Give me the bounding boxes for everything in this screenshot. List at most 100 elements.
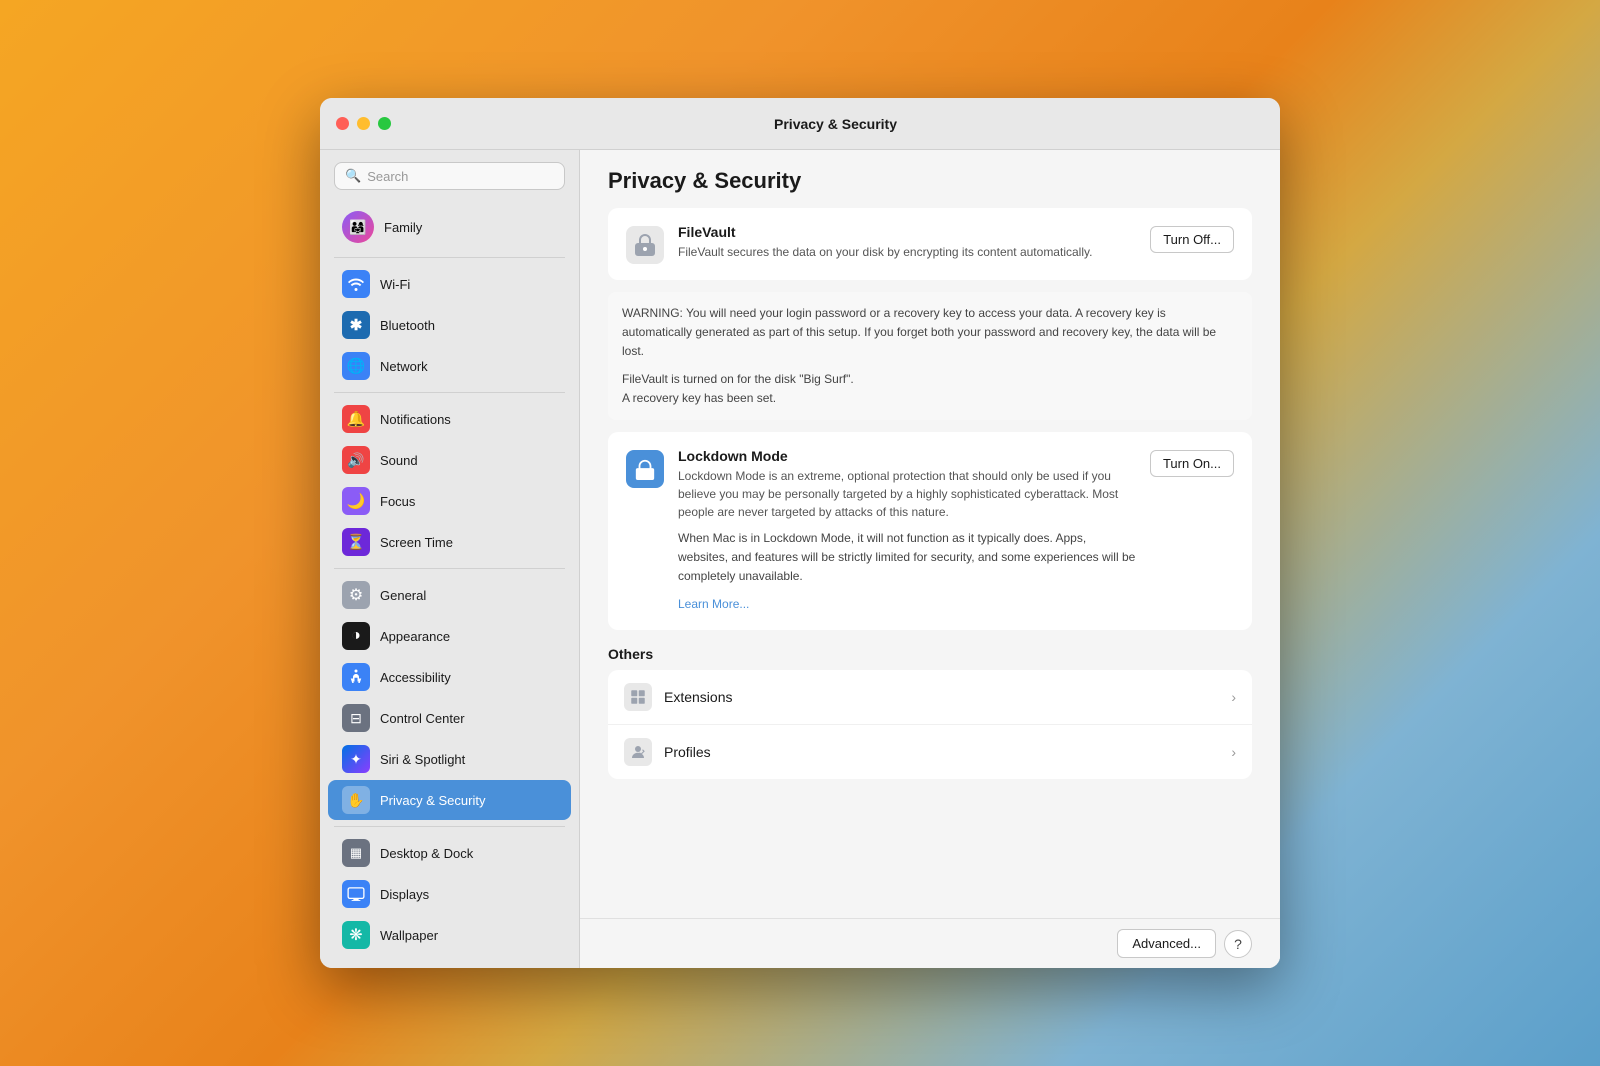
lockdown-turn-on-button[interactable]: Turn On... (1150, 450, 1234, 477)
main-window: Privacy & Security 🔍 👨‍👩‍👧 Family (320, 98, 1280, 968)
detail-scroll-area[interactable]: FileVault FileVault secures the data on … (580, 208, 1280, 918)
filevault-status-line2: A recovery key has been set. (622, 391, 776, 405)
displays-icon (342, 880, 370, 908)
sidebar-item-label-bluetooth: Bluetooth (380, 318, 435, 333)
sidebar-item-label-privacy-security: Privacy & Security (380, 793, 485, 808)
sidebar-item-desktop-dock[interactable]: ▦ Desktop & Dock (328, 833, 571, 873)
sidebar-item-label-accessibility: Accessibility (380, 670, 451, 685)
divider-4 (334, 826, 565, 827)
search-box[interactable]: 🔍 (334, 162, 565, 190)
control-center-icon: ⊟ (342, 704, 370, 732)
divider-3 (334, 568, 565, 569)
sidebar-item-label-focus: Focus (380, 494, 415, 509)
profiles-chevron-icon: › (1231, 744, 1236, 760)
screen-time-icon: ⏳ (342, 528, 370, 556)
appearance-icon: ◑ (342, 622, 370, 650)
search-input[interactable] (367, 169, 554, 184)
wifi-icon (342, 270, 370, 298)
profiles-icon (624, 738, 652, 766)
sidebar-item-label-general: General (380, 588, 426, 603)
extensions-icon (624, 683, 652, 711)
filevault-status: FileVault is turned on for the disk "Big… (622, 370, 1238, 408)
lockdown-desc2: When Mac is in Lockdown Mode, it will no… (678, 529, 1136, 587)
focus-icon: 🌙 (342, 487, 370, 515)
sidebar-item-profile[interactable]: 👨‍👩‍👧 Family (328, 203, 571, 251)
sidebar: 🔍 👨‍👩‍👧 Family (320, 150, 580, 968)
lockdown-row: Lockdown Mode Lockdown Mode is an extrem… (626, 448, 1234, 614)
bottom-bar: Advanced... ? (580, 918, 1280, 968)
advanced-button[interactable]: Advanced... (1117, 929, 1216, 958)
sidebar-item-label-displays: Displays (380, 887, 429, 902)
privacy-security-icon: ✋ (342, 786, 370, 814)
lockdown-icon (626, 450, 664, 488)
filevault-status-line1: FileVault is turned on for the disk "Big… (622, 372, 854, 386)
filevault-warning-box: WARNING: You will need your login passwo… (608, 292, 1252, 420)
filevault-body: FileVault FileVault secures the data on … (678, 224, 1136, 261)
lockdown-card: Lockdown Mode Lockdown Mode is an extrem… (608, 432, 1252, 630)
minimize-button[interactable] (357, 117, 370, 130)
lockdown-learn-more-container: Learn More... (678, 595, 1136, 614)
sidebar-item-privacy-security[interactable]: ✋ Privacy & Security (328, 780, 571, 820)
sidebar-item-wallpaper[interactable]: ❋ Wallpaper (328, 915, 571, 955)
sidebar-item-label-wifi: Wi-Fi (380, 277, 410, 292)
sidebar-item-label-network: Network (380, 359, 428, 374)
filevault-title: FileVault (678, 224, 1136, 240)
sidebar-item-label-appearance: Appearance (380, 629, 450, 644)
sidebar-item-notifications[interactable]: 🔔 Notifications (328, 399, 571, 439)
filevault-row: FileVault FileVault secures the data on … (626, 224, 1234, 264)
sidebar-item-siri[interactable]: ✦ Siri & Spotlight (328, 739, 571, 779)
divider-1 (334, 257, 565, 258)
detail-panel: Privacy & Security Fi (580, 150, 1280, 968)
network-icon: 🌐 (342, 352, 370, 380)
general-icon: ⚙ (342, 581, 370, 609)
extensions-list-item[interactable]: Extensions › (608, 670, 1252, 725)
window-title: Privacy & Security (407, 116, 1264, 132)
sidebar-item-network[interactable]: 🌐 Network (328, 346, 571, 386)
notifications-icon: 🔔 (342, 405, 370, 433)
sidebar-item-label-control-center: Control Center (380, 711, 465, 726)
page-title: Privacy & Security (608, 168, 1252, 194)
lockdown-desc1: Lockdown Mode is an extreme, optional pr… (678, 467, 1136, 521)
filevault-turn-off-button[interactable]: Turn Off... (1150, 226, 1234, 253)
filevault-warning-text: WARNING: You will need your login passwo… (622, 304, 1238, 362)
sidebar-item-control-center[interactable]: ⊟ Control Center (328, 698, 571, 738)
sidebar-item-accessibility[interactable]: Accessibility (328, 657, 571, 697)
profiles-label: Profiles (664, 744, 1231, 760)
sidebar-item-label-wallpaper: Wallpaper (380, 928, 438, 943)
sidebar-item-label-sound: Sound (380, 453, 418, 468)
sidebar-item-focus[interactable]: 🌙 Focus (328, 481, 571, 521)
main-content: 🔍 👨‍👩‍👧 Family (320, 150, 1280, 968)
extensions-chevron-icon: › (1231, 689, 1236, 705)
accessibility-icon (342, 663, 370, 691)
others-section-header: Others (608, 646, 1252, 662)
traffic-lights (336, 117, 391, 130)
sound-icon: 🔊 (342, 446, 370, 474)
profiles-list-item[interactable]: Profiles › (608, 725, 1252, 779)
lockdown-learn-more-link[interactable]: Learn More... (678, 597, 749, 611)
wallpaper-icon: ❋ (342, 921, 370, 949)
bluetooth-icon: ✱ (342, 311, 370, 339)
sidebar-item-wifi[interactable]: Wi-Fi (328, 264, 571, 304)
desktop-dock-icon: ▦ (342, 839, 370, 867)
siri-icon: ✦ (342, 745, 370, 773)
extensions-label: Extensions (664, 689, 1231, 705)
sidebar-item-screen-time[interactable]: ⏳ Screen Time (328, 522, 571, 562)
sidebar-item-appearance[interactable]: ◑ Appearance (328, 616, 571, 656)
sidebar-item-bluetooth[interactable]: ✱ Bluetooth (328, 305, 571, 345)
sidebar-item-label-desktop-dock: Desktop & Dock (380, 846, 473, 861)
sidebar-item-general[interactable]: ⚙ General (328, 575, 571, 615)
help-button[interactable]: ? (1224, 930, 1252, 958)
profile-name: Family (384, 220, 422, 235)
sidebar-item-displays[interactable]: Displays (328, 874, 571, 914)
sidebar-item-label-notifications: Notifications (380, 412, 451, 427)
search-container: 🔍 (320, 150, 579, 202)
title-bar: Privacy & Security (320, 98, 1280, 150)
close-button[interactable] (336, 117, 349, 130)
detail-header: Privacy & Security (580, 150, 1280, 208)
filevault-desc: FileVault secures the data on your disk … (678, 243, 1136, 261)
sidebar-scroll: 👨‍👩‍👧 Family Wi-Fi (320, 202, 579, 968)
sidebar-item-sound[interactable]: 🔊 Sound (328, 440, 571, 480)
maximize-button[interactable] (378, 117, 391, 130)
divider-2 (334, 392, 565, 393)
avatar: 👨‍👩‍👧 (342, 211, 374, 243)
